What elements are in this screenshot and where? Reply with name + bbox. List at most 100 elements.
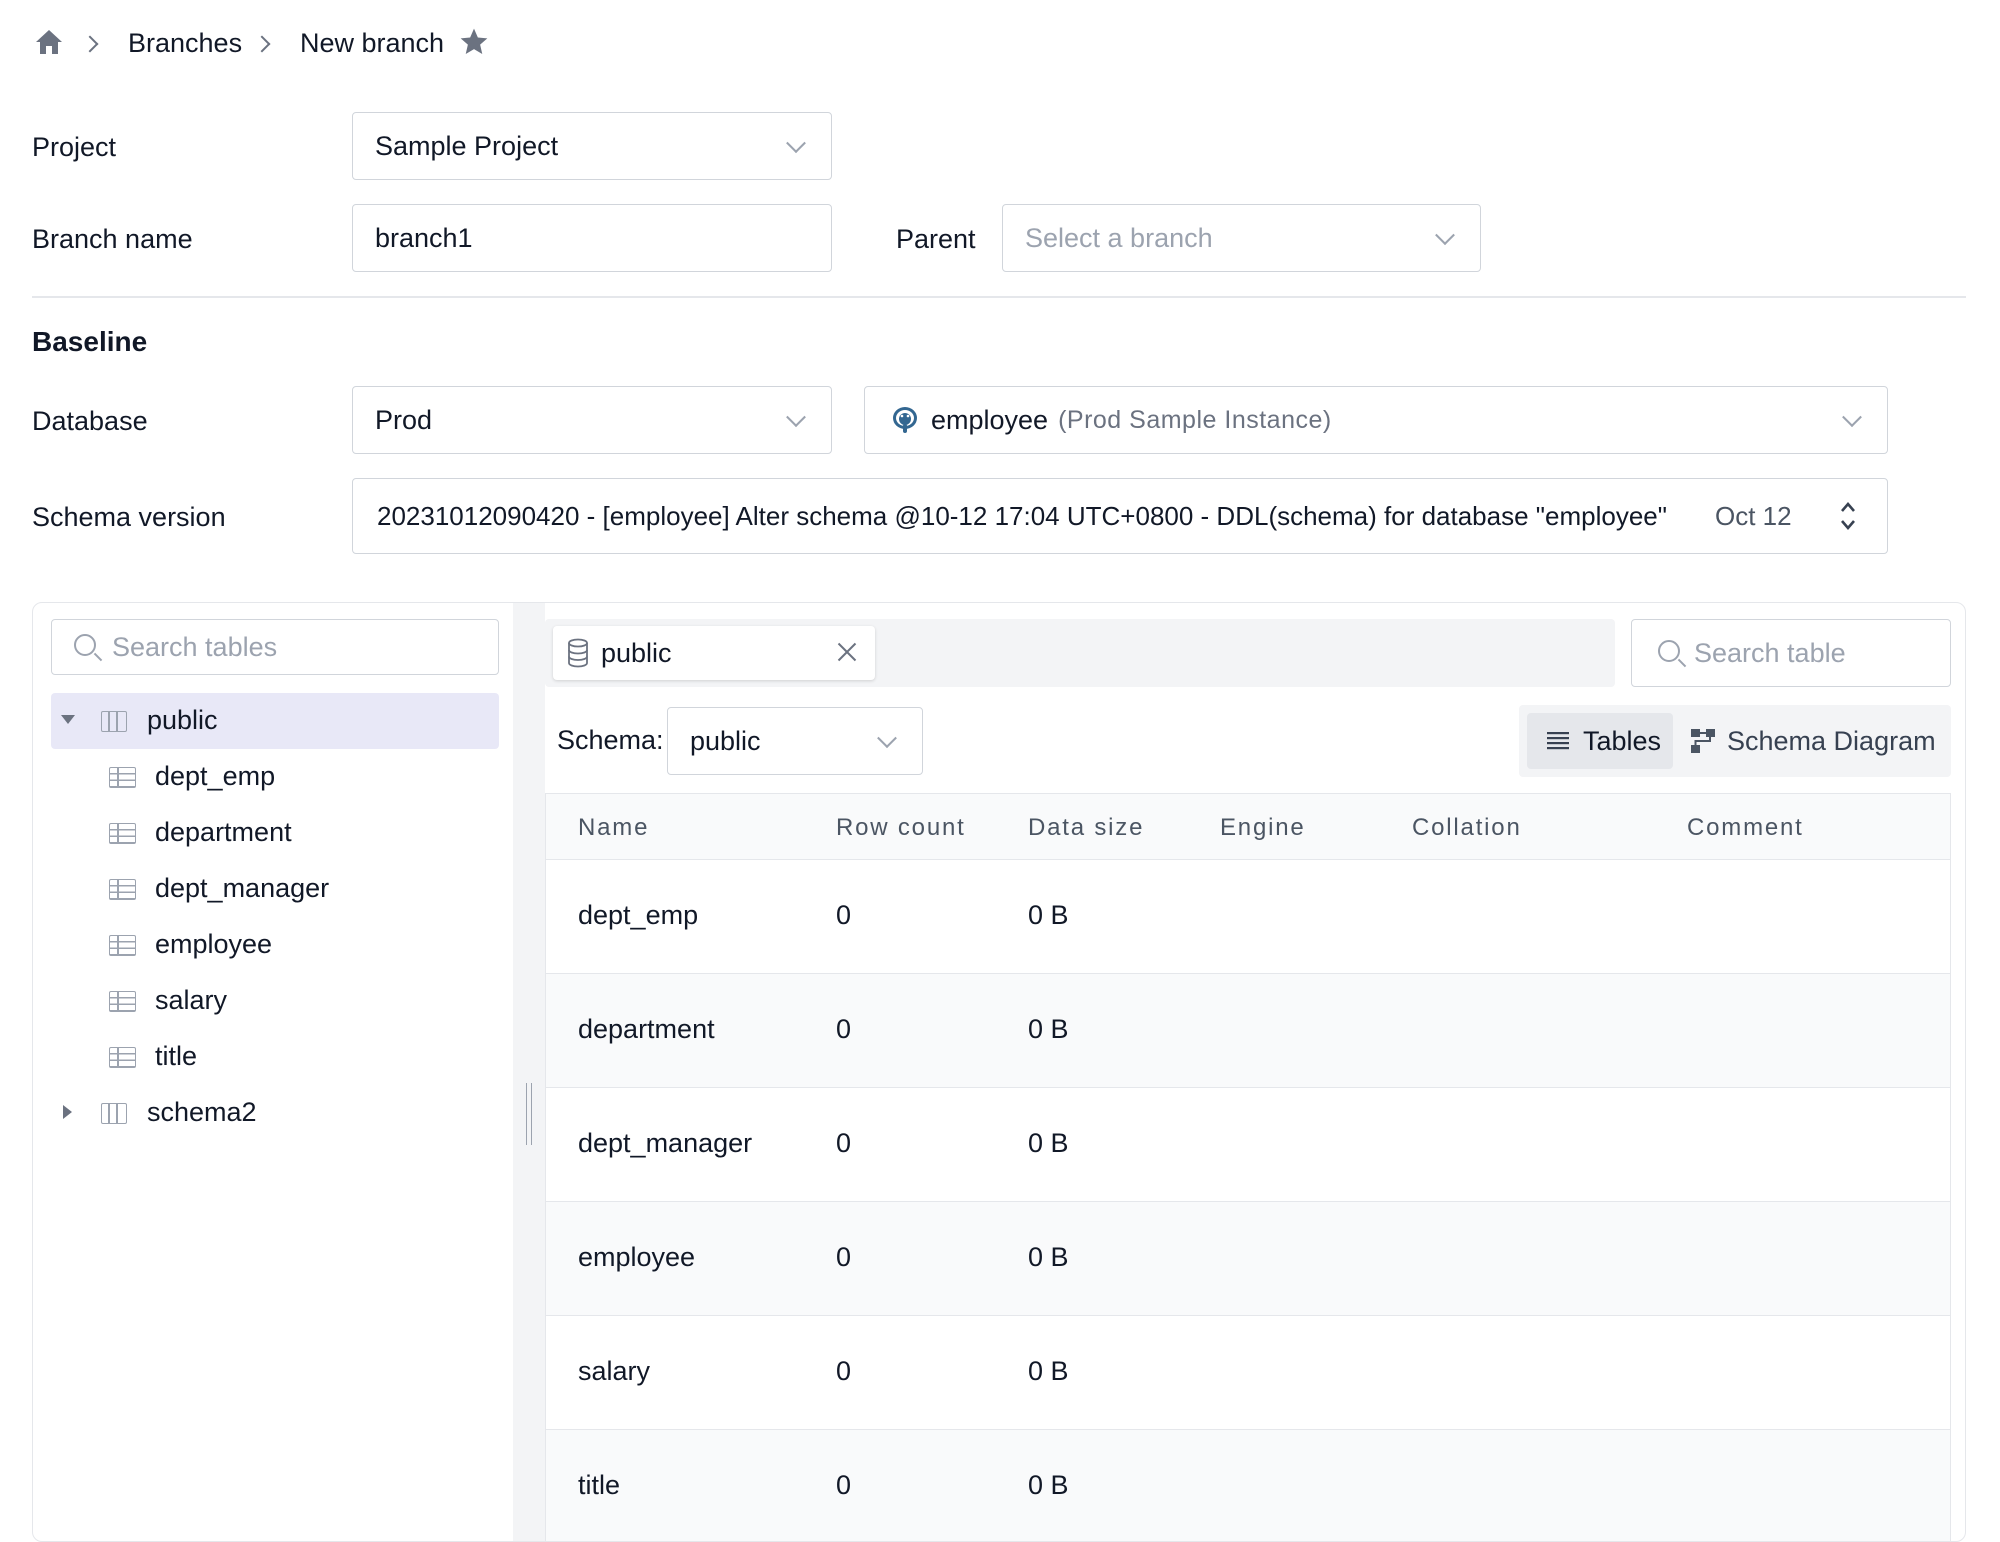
schema-version-date: Oct 12 — [1715, 501, 1792, 531]
tables-grid: Name Row count Data size Engine Collatio… — [545, 793, 1951, 1541]
search-table-input[interactable]: Search table — [1631, 619, 1951, 687]
tree-table-item[interactable]: dept_emp — [51, 749, 499, 805]
star-icon[interactable] — [458, 26, 490, 58]
tree-table-item[interactable]: department — [51, 805, 499, 861]
tree-table-item[interactable]: salary — [51, 973, 499, 1029]
schema-select-value: public — [690, 725, 761, 756]
search-icon — [1658, 640, 1680, 662]
table-row[interactable]: dept_emp 0 0 B — [546, 860, 1950, 974]
cell-name: employee — [578, 1242, 696, 1272]
project-select[interactable]: Sample Project — [352, 112, 832, 180]
tree-schema-label: schema2 — [147, 1097, 257, 1127]
tree-schema-public[interactable]: public — [51, 693, 499, 749]
chevron-down-icon — [786, 133, 806, 154]
tree-table-item[interactable]: employee — [51, 917, 499, 973]
database-icon — [568, 638, 588, 668]
schema-select[interactable]: public — [667, 707, 923, 775]
cell-row-count: 0 — [836, 1242, 852, 1272]
branch-name-value: branch1 — [375, 222, 473, 253]
column-header-row-count[interactable]: Row count — [836, 814, 966, 842]
cell-row-count: 0 — [836, 1128, 852, 1158]
table-icon — [109, 1047, 136, 1068]
environment-select-value: Prod — [375, 404, 433, 435]
schema-tab-bar: public — [545, 619, 1615, 687]
search-tables-input[interactable]: Search tables — [51, 619, 499, 675]
cell-data-size: 0 B — [1028, 1128, 1069, 1158]
schema-label: Schema: — [557, 725, 664, 755]
grid-header: Name Row count Data size Engine Collatio… — [546, 794, 1950, 860]
tables-view-button[interactable]: Tables — [1527, 713, 1673, 769]
column-header-engine[interactable]: Engine — [1220, 814, 1306, 842]
tree-table-label: title — [155, 1041, 198, 1071]
breadcrumb-branches-link[interactable]: Branches — [128, 28, 242, 59]
database-label: Database — [32, 406, 148, 436]
tree-table-label: employee — [155, 929, 273, 959]
sort-updown-icon — [1841, 502, 1855, 530]
cell-name: dept_emp — [578, 900, 699, 930]
drag-handle-icon[interactable] — [526, 1083, 532, 1145]
table-tree-pane: Search tables public dept_emp department… — [33, 603, 513, 1541]
cell-data-size: 0 B — [1028, 1014, 1069, 1044]
cell-name: title — [578, 1470, 621, 1500]
schema-version-label: Schema version — [32, 502, 226, 532]
tree-table-label: salary — [155, 985, 228, 1015]
chevron-down-icon — [877, 728, 897, 749]
tree-schema-label: public — [147, 705, 218, 735]
chevron-down-icon — [1435, 225, 1455, 246]
search-icon — [74, 634, 96, 656]
tree-table-item[interactable]: title — [51, 1029, 499, 1085]
tree-table-label: department — [155, 817, 292, 847]
project-select-value: Sample Project — [375, 130, 559, 161]
column-header-name[interactable]: Name — [578, 814, 649, 842]
tab-label: public — [601, 638, 672, 668]
pane-splitter[interactable] — [513, 603, 545, 1541]
cell-row-count: 0 — [836, 900, 852, 930]
table-icon — [109, 991, 136, 1012]
table-icon — [109, 935, 136, 956]
parent-branch-select[interactable]: Select a branch — [1002, 204, 1481, 272]
tab-public[interactable]: public — [553, 626, 875, 680]
environment-select[interactable]: Prod — [352, 386, 832, 454]
database-select[interactable]: employee (Prod Sample Instance) — [864, 386, 1888, 454]
caret-right-icon[interactable] — [63, 1105, 72, 1119]
cell-data-size: 0 B — [1028, 1242, 1069, 1272]
tree-schema-schema2[interactable]: schema2 — [51, 1085, 499, 1141]
table-icon — [109, 879, 136, 900]
chevron-right-icon — [253, 35, 271, 53]
schema-icon — [101, 711, 127, 732]
schema-version-select[interactable]: 20231012090420 - [employee] Alter schema… — [352, 478, 1888, 554]
section-divider — [32, 296, 1966, 298]
table-row[interactable]: department 0 0 B — [546, 974, 1950, 1088]
parent-branch-placeholder: Select a branch — [1025, 222, 1213, 253]
caret-down-icon[interactable] — [61, 715, 75, 724]
tree-table-label: dept_emp — [155, 761, 276, 791]
cell-name: salary — [578, 1356, 651, 1386]
table-icon — [109, 767, 136, 788]
cell-name: dept_manager — [578, 1128, 753, 1158]
chevron-right-icon — [81, 35, 99, 53]
column-header-data-size[interactable]: Data size — [1028, 814, 1144, 842]
search-tables-placeholder: Search tables — [112, 632, 278, 662]
project-label: Project — [32, 132, 117, 162]
schema-diagram-view-label: Schema Diagram — [1727, 725, 1936, 756]
schema-diagram-view-button[interactable]: Schema Diagram — [1685, 713, 1945, 769]
close-icon[interactable] — [835, 640, 859, 664]
baseline-heading: Baseline — [32, 326, 148, 357]
home-icon[interactable] — [34, 28, 64, 56]
breadcrumb-current-page: New branch — [300, 28, 445, 58]
table-row[interactable]: title 0 0 B — [546, 1430, 1950, 1541]
branch-name-input[interactable]: branch1 — [352, 204, 832, 272]
table-row[interactable]: dept_manager 0 0 B — [546, 1088, 1950, 1202]
diagram-icon — [1691, 729, 1715, 753]
table-icon — [109, 823, 136, 844]
table-row[interactable]: salary 0 0 B — [546, 1316, 1950, 1430]
schema-version-value: 20231012090420 - [employee] Alter schema… — [377, 500, 1667, 531]
column-header-collation[interactable]: Collation — [1412, 814, 1522, 842]
parent-label: Parent — [896, 224, 976, 254]
tables-view-label: Tables — [1583, 725, 1662, 756]
cell-data-size: 0 B — [1028, 1356, 1069, 1386]
column-header-comment[interactable]: Comment — [1687, 814, 1804, 842]
table-row[interactable]: employee 0 0 B — [546, 1202, 1950, 1316]
tree-table-item[interactable]: dept_manager — [51, 861, 499, 917]
tree-table-label: dept_manager — [155, 873, 330, 903]
